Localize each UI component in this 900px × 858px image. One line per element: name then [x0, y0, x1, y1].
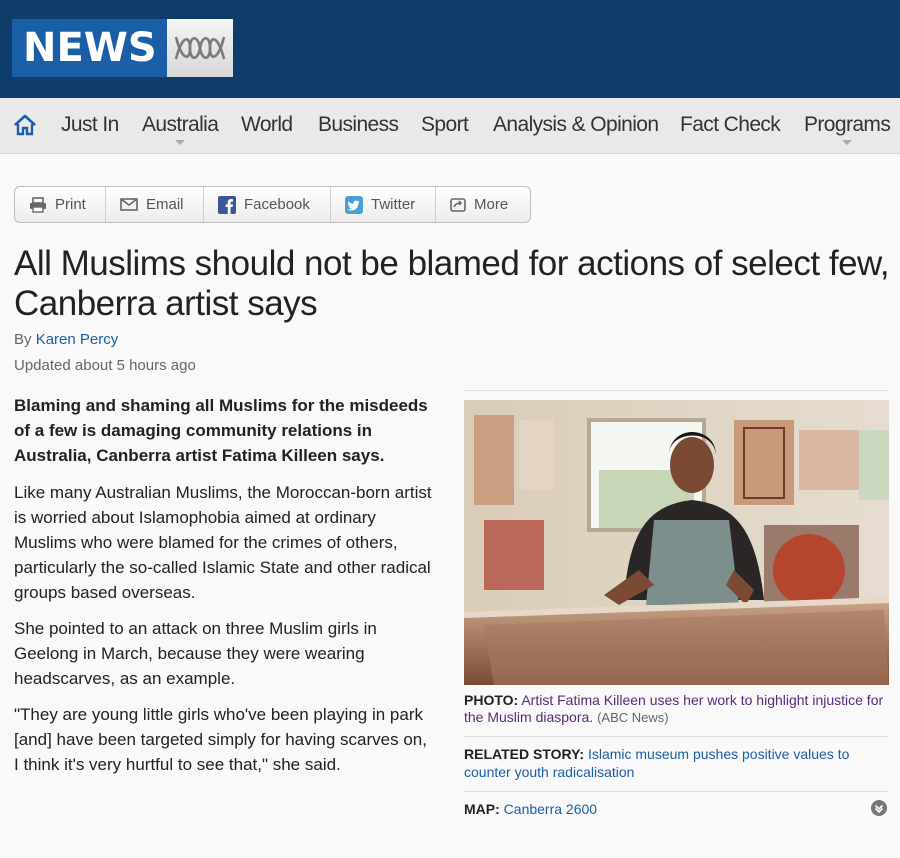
nav-world[interactable]: World — [241, 113, 293, 137]
article-paragraph: Like many Australian Muslims, the Morocc… — [14, 483, 432, 602]
photo-image — [464, 400, 889, 685]
nav-business[interactable]: Business — [318, 113, 399, 137]
nav-sport[interactable]: Sport — [421, 113, 469, 137]
envelope-icon — [120, 198, 138, 211]
print-button[interactable]: Print — [15, 187, 106, 222]
main-nav: Just In Australia World Business Sport A… — [0, 98, 900, 154]
facebook-icon — [218, 195, 236, 214]
email-label: Email — [146, 196, 184, 213]
share-toolbar: Print Email Facebook Twitter More — [14, 186, 531, 223]
email-button[interactable]: Email — [106, 187, 204, 222]
site-header: NEWS — [0, 0, 900, 98]
article-sidebar: PHOTO: Artist Fatima Killeen uses her wo… — [464, 390, 889, 818]
nav-programs[interactable]: Programs — [804, 113, 891, 145]
article-photo[interactable] — [464, 400, 889, 685]
abc-news-logo[interactable]: NEWS — [12, 19, 233, 77]
byline: By Karen Percy — [14, 331, 118, 348]
twitter-label: Twitter — [371, 196, 416, 213]
logo-text: NEWS — [12, 19, 167, 77]
share-more-icon — [450, 197, 466, 212]
print-label: Print — [55, 196, 86, 213]
article-lead: Blaming and shaming all Muslims for the … — [14, 396, 428, 465]
facebook-button[interactable]: Facebook — [204, 187, 331, 222]
printer-icon — [30, 196, 46, 213]
nav-fact-check[interactable]: Fact Check — [680, 113, 781, 137]
nav-analysis-opinion[interactable]: Analysis & Opinion — [493, 113, 659, 137]
article-paragraph: "They are young little girls who've been… — [14, 705, 427, 774]
more-button[interactable]: More — [436, 187, 530, 222]
chevron-down-icon — [842, 140, 853, 145]
divider — [464, 390, 889, 400]
map-label: MAP: — [464, 801, 500, 817]
nav-programs-label: Programs — [804, 113, 891, 136]
map-link[interactable]: Canberra 2600 — [504, 801, 597, 817]
more-label: More — [474, 196, 509, 213]
home-icon[interactable] — [13, 114, 37, 136]
expand-chevron-icon[interactable] — [871, 800, 887, 816]
facebook-label: Facebook — [244, 196, 310, 213]
photo-source: (ABC News) — [597, 710, 669, 725]
twitter-icon — [345, 195, 363, 214]
article-paragraph: She pointed to an attack on three Muslim… — [14, 619, 377, 688]
article-body: Blaming and shaming all Muslims for the … — [14, 393, 434, 788]
twitter-button[interactable]: Twitter — [331, 187, 436, 222]
byline-prefix: By — [14, 331, 32, 348]
photo-caption-link[interactable]: Artist Fatima Killeen uses her work to h… — [464, 692, 883, 725]
updated-timestamp: Updated about 5 hours ago — [14, 357, 196, 374]
nav-australia[interactable]: Australia — [142, 113, 219, 145]
nav-australia-label: Australia — [142, 113, 219, 136]
photo-caption: PHOTO: Artist Fatima Killeen uses her wo… — [464, 692, 889, 726]
nav-just-in[interactable]: Just In — [61, 113, 119, 137]
photo-label: PHOTO: — [464, 692, 519, 708]
author-link[interactable]: Karen Percy — [36, 331, 119, 348]
related-label: RELATED STORY: — [464, 746, 585, 762]
article-title: All Muslims should not be blamed for act… — [14, 244, 890, 323]
abc-logo-icon — [166, 19, 233, 77]
related-story: RELATED STORY: Islamic museum pushes pos… — [464, 736, 889, 781]
map-section: MAP: Canberra 2600 — [464, 791, 889, 818]
chevron-down-icon — [175, 140, 186, 145]
